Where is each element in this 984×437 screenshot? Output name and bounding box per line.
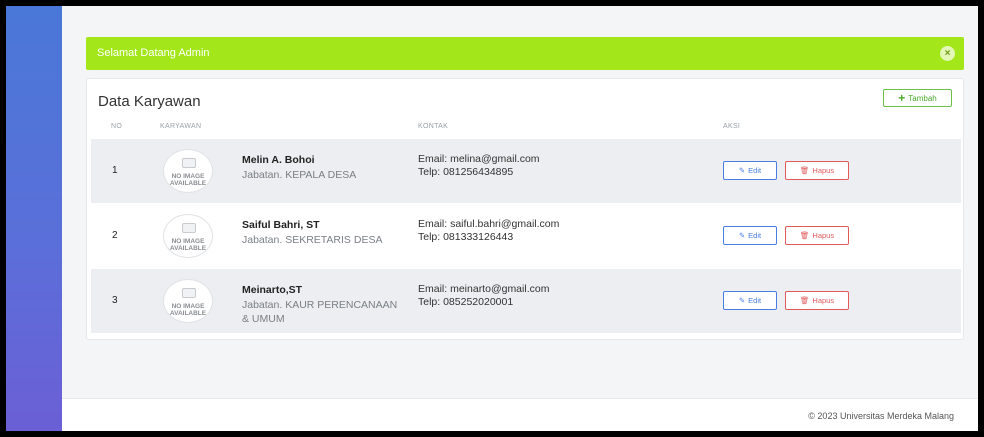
edit-label: Edit	[748, 166, 762, 175]
image-icon	[182, 158, 196, 168]
no-image-text: NO IMAGE	[171, 238, 205, 245]
edit-button[interactable]: ✎ Edit	[723, 226, 777, 245]
employee-phone: Telp: 085252020001	[418, 296, 514, 308]
sidebar	[6, 6, 62, 431]
delete-button[interactable]: 🗑 Hapus	[785, 291, 849, 310]
employee-name: Saiful Bahri, ST	[242, 219, 320, 231]
delete-label: Hapus	[812, 296, 835, 305]
no-image-placeholder: NO IMAGE AVAILABLE	[163, 279, 213, 323]
no-image-text: NO IMAGE	[171, 173, 205, 180]
trash-icon: 🗑	[799, 166, 810, 175]
employee-position: Jabatan. KAUR PERENCANAAN & UMUM	[242, 299, 398, 325]
employee-contact: Email: melina@gmail.com Telp: 0812564348…	[418, 153, 540, 179]
employee-name: Meinarto,ST	[242, 284, 303, 296]
employee-email: Email: saiful.bahri@gmail.com	[418, 218, 560, 230]
no-image-text: AVAILABLE	[169, 180, 207, 187]
delete-label: Hapus	[812, 166, 835, 175]
table-row: 3 NO IMAGE AVAILABLE Meinarto,ST Jabatan…	[91, 269, 961, 333]
edit-button[interactable]: ✎ Edit	[723, 161, 777, 180]
delete-button[interactable]: 🗑 Hapus	[785, 161, 849, 180]
page-title: Data Karyawan	[98, 93, 201, 110]
no-image-text: AVAILABLE	[169, 310, 207, 317]
image-icon	[182, 223, 196, 233]
close-icon[interactable]: ×	[940, 46, 955, 61]
employee-contact: Email: meinarto@gmail.com Telp: 08525202…	[418, 283, 549, 309]
edit-icon: ✎	[738, 231, 746, 240]
employee-email: Email: melina@gmail.com	[418, 153, 540, 165]
table-row: 1 NO IMAGE AVAILABLE Melin A. Bohoi Jaba…	[91, 139, 961, 203]
column-contact: KONTAK	[418, 123, 449, 130]
no-image-placeholder: NO IMAGE AVAILABLE	[163, 149, 213, 193]
table-row: 2 NO IMAGE AVAILABLE Saiful Bahri, ST Ja…	[91, 204, 961, 268]
copyright-text: © 2023 Universitas Merdeka Malang	[808, 411, 954, 421]
edit-label: Edit	[748, 231, 762, 240]
trash-icon: 🗑	[799, 231, 810, 240]
employee-position: Jabatan. KEPALA DESA	[242, 169, 357, 181]
no-image-text: AVAILABLE	[169, 245, 207, 252]
add-label: Tambah	[908, 93, 937, 103]
welcome-text: Selamat Datang Admin	[97, 47, 210, 59]
employee-card: Data Karyawan + Tambah NO KARYAWAN KONTA…	[86, 78, 964, 340]
row-number: 2	[112, 230, 118, 241]
employee-phone: Telp: 081333126443	[418, 231, 514, 243]
no-image-placeholder: NO IMAGE AVAILABLE	[163, 214, 213, 258]
add-employee-button[interactable]: + Tambah	[883, 89, 952, 107]
column-no: NO	[111, 123, 123, 130]
image-icon	[182, 288, 196, 298]
delete-button[interactable]: 🗑 Hapus	[785, 226, 849, 245]
row-number: 3	[112, 295, 118, 306]
edit-icon: ✎	[738, 296, 746, 305]
edit-icon: ✎	[738, 166, 746, 175]
no-image-text: NO IMAGE	[171, 303, 205, 310]
column-action: AKSI	[723, 123, 741, 130]
footer: © 2023 Universitas Merdeka Malang	[62, 398, 978, 431]
employee-phone: Telp: 081256434895	[418, 166, 514, 178]
plus-icon: +	[898, 91, 906, 105]
app-window: Selamat Datang Admin × Data Karyawan + T…	[6, 6, 978, 431]
table-header: NO KARYAWAN KONTAK AKSI	[87, 121, 963, 135]
edit-button[interactable]: ✎ Edit	[723, 291, 777, 310]
trash-icon: 🗑	[799, 296, 810, 305]
employee-position: Jabatan. SEKRETARIS DESA	[242, 234, 383, 246]
row-number: 1	[112, 165, 118, 176]
employee-contact: Email: saiful.bahri@gmail.com Telp: 0813…	[418, 218, 559, 244]
employee-name: Melin A. Bohoi	[242, 154, 315, 166]
edit-label: Edit	[748, 296, 762, 305]
delete-label: Hapus	[812, 231, 835, 240]
column-employee: KARYAWAN	[160, 123, 202, 130]
employee-email: Email: meinarto@gmail.com	[418, 283, 550, 295]
main-content: Selamat Datang Admin × Data Karyawan + T…	[62, 6, 978, 431]
welcome-alert: Selamat Datang Admin ×	[86, 37, 964, 70]
